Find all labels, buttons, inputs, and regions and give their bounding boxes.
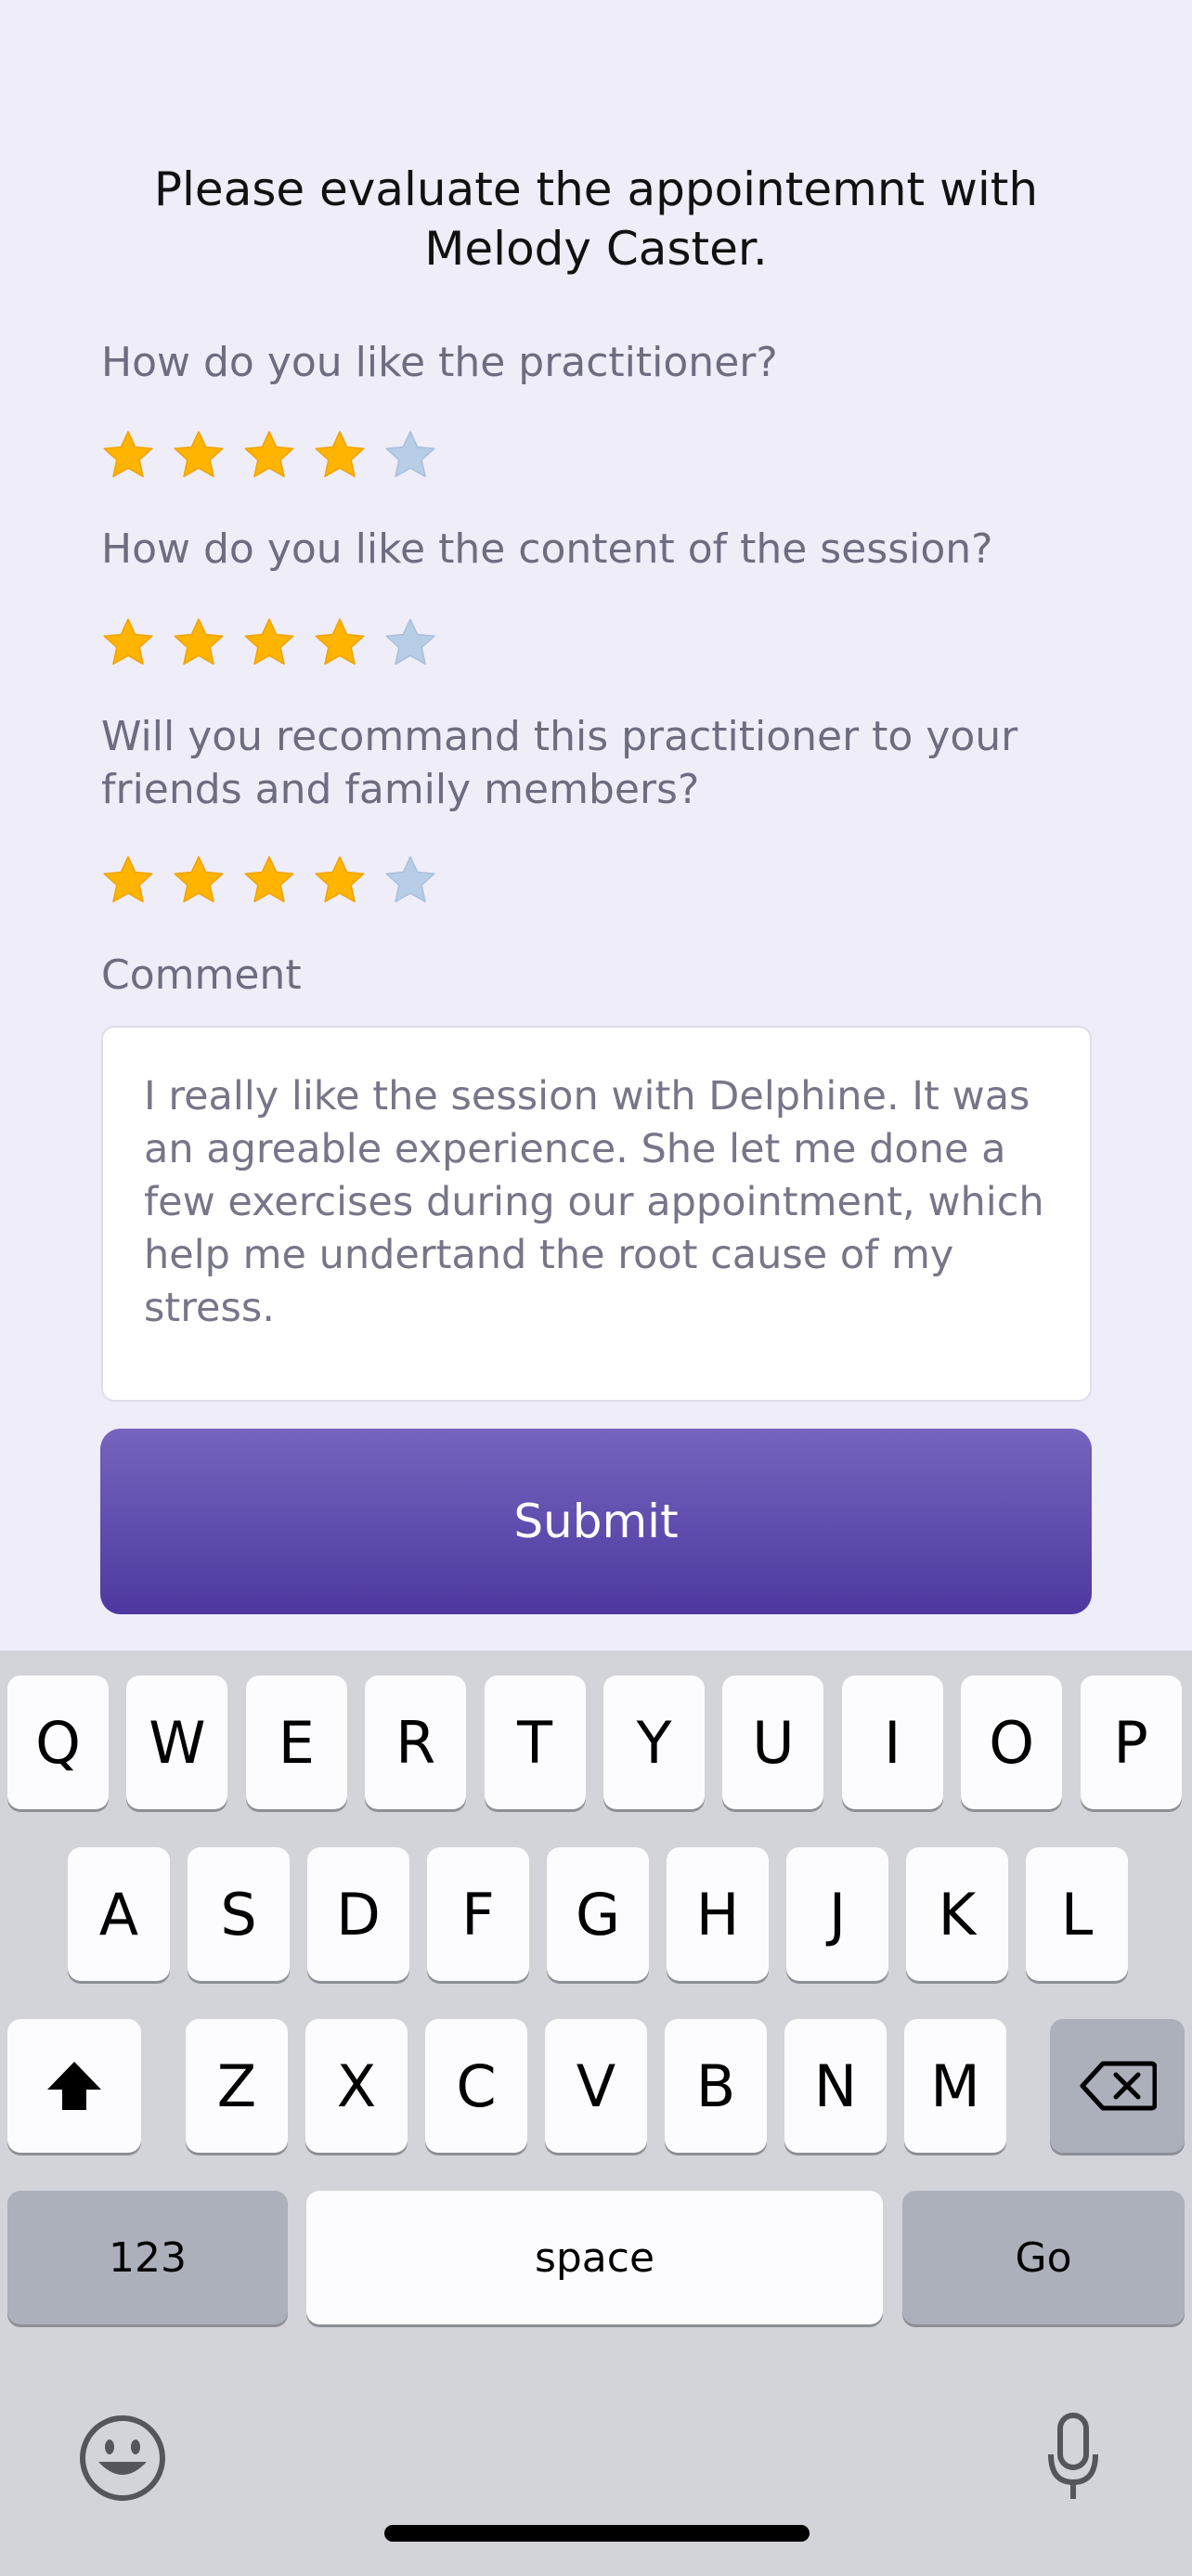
star-filled-icon[interactable] — [172, 854, 226, 908]
key-n[interactable]: N — [784, 2019, 887, 2153]
key-e[interactable]: E — [245, 1676, 347, 1809]
rating-recommend[interactable] — [101, 854, 437, 908]
key-q[interactable]: Q — [7, 1676, 109, 1809]
star-filled-icon[interactable] — [101, 429, 155, 483]
key-u[interactable]: U — [722, 1676, 824, 1809]
key-a[interactable]: A — [68, 1847, 170, 1981]
numbers-key[interactable]: 123 — [7, 2191, 288, 2324]
comment-field[interactable]: I really like the session with Delphine.… — [101, 1026, 1092, 1402]
key-c[interactable]: C — [425, 2019, 527, 2153]
go-key[interactable]: Go — [902, 2191, 1185, 2324]
key-p[interactable]: P — [1080, 1676, 1182, 1809]
star-filled-icon[interactable] — [313, 854, 367, 908]
key-x[interactable]: X — [305, 2019, 408, 2153]
key-s[interactable]: S — [188, 1847, 290, 1981]
key-y[interactable]: Y — [603, 1676, 705, 1809]
comment-label: Comment — [101, 951, 302, 999]
backspace-icon — [1080, 2061, 1157, 2111]
rating-practitioner[interactable] — [101, 429, 437, 483]
shift-key[interactable] — [7, 2019, 141, 2153]
keyboard: QWERTYUIOP ASDFGHJKL ZXCVBNM 123 space G… — [0, 1650, 1192, 2576]
star-filled-icon[interactable] — [172, 616, 226, 670]
submit-button[interactable]: Submit — [100, 1429, 1092, 1614]
home-indicator — [384, 2525, 810, 2542]
key-l[interactable]: L — [1026, 1847, 1128, 1981]
key-g[interactable]: G — [547, 1847, 649, 1981]
key-z[interactable]: Z — [186, 2019, 288, 2153]
star-empty-icon[interactable] — [383, 854, 437, 908]
key-t[interactable]: T — [484, 1676, 586, 1809]
star-filled-icon[interactable] — [242, 854, 296, 908]
star-filled-icon[interactable] — [313, 616, 367, 670]
star-filled-icon[interactable] — [313, 429, 367, 483]
microphone-icon[interactable] — [1045, 2412, 1101, 2505]
key-h[interactable]: H — [667, 1847, 769, 1981]
backspace-key[interactable] — [1050, 2019, 1185, 2153]
question-session-content: How do you like the content of the sessi… — [101, 525, 993, 573]
rating-session-content[interactable] — [101, 616, 437, 670]
space-key[interactable]: space — [306, 2191, 883, 2324]
star-empty-icon[interactable] — [383, 616, 437, 670]
star-filled-icon[interactable] — [101, 616, 155, 670]
key-j[interactable]: J — [786, 1847, 888, 1981]
question-recommend: Will you recommand this practitioner to … — [101, 713, 1018, 813]
star-empty-icon[interactable] — [383, 429, 437, 483]
key-f[interactable]: F — [427, 1847, 529, 1981]
page-title: Please evaluate the appointemnt with Mel… — [153, 162, 1039, 276]
key-k[interactable]: K — [906, 1847, 1008, 1981]
star-filled-icon[interactable] — [242, 429, 296, 483]
shift-icon — [47, 2062, 101, 2110]
star-filled-icon[interactable] — [172, 429, 226, 483]
key-i[interactable]: I — [841, 1676, 943, 1809]
emoji-icon[interactable] — [78, 2414, 167, 2503]
star-filled-icon[interactable] — [101, 854, 155, 908]
key-b[interactable]: B — [665, 2019, 767, 2153]
key-v[interactable]: V — [545, 2019, 647, 2153]
question-practitioner: How do you like the practitioner? — [101, 339, 778, 386]
key-m[interactable]: M — [904, 2019, 1006, 2153]
star-filled-icon[interactable] — [242, 616, 296, 670]
key-d[interactable]: D — [307, 1847, 409, 1981]
key-w[interactable]: W — [126, 1676, 228, 1809]
key-r[interactable]: R — [365, 1676, 467, 1809]
key-o[interactable]: O — [961, 1676, 1063, 1809]
